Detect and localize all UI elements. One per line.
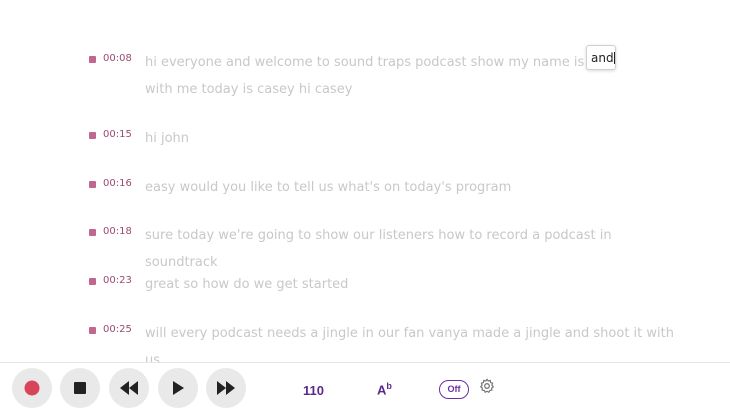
word-edit-value[interactable]: and [591,51,614,65]
entry-timestamp[interactable]: 00:23 [103,273,132,289]
entry-marker [89,327,96,334]
entry-text[interactable]: sure today we're going to show our liste… [145,222,675,276]
word-edit-input[interactable]: and [586,45,616,70]
entry-marker [89,56,96,63]
play-button[interactable] [158,368,198,408]
transcript-entry[interactable]: 00:23 great so how do we get started [89,273,689,293]
tempo-button[interactable]: 110 [303,383,324,398]
font-size-sup: b [386,381,392,391]
entry-text-before-edit[interactable]: hi everyone and welcome to sound traps p… [145,55,616,70]
entry-text[interactable]: hi john [145,125,675,152]
entry-text[interactable]: great so how do we get started [145,271,675,298]
fast-forward-icon [217,381,235,395]
entry-text-after-edit[interactable]: with me today is casey hi casey [145,82,352,97]
stop-button[interactable] [60,368,100,408]
auto-scroll-toggle[interactable]: Off [439,380,469,399]
playback-toolbar: 110 Ab Off [0,362,730,414]
transcript-entry[interactable]: 00:16 easy would you like to tell us wha… [89,176,689,196]
entry-text[interactable]: easy would you like to tell us what's on… [145,174,675,201]
entry-timestamp[interactable]: 00:15 [103,127,132,143]
transcript-entry[interactable]: 00:15 hi john [89,127,689,147]
text-caret [613,52,615,64]
entry-timestamp[interactable]: 00:08 [103,51,132,67]
rewind-icon [120,381,138,395]
toggle-label: Off [447,384,461,394]
rewind-button[interactable] [109,368,149,408]
entry-timestamp[interactable]: 00:18 [103,224,132,240]
entry-timestamp[interactable]: 00:25 [103,322,132,338]
font-size-label: A [377,382,387,398]
play-icon [173,381,184,395]
transcript-entry[interactable]: 00:18 sure today we're going to show our… [89,224,689,270]
font-size-button[interactable]: Ab [377,381,392,397]
record-button[interactable] [12,368,52,408]
entry-marker [89,229,96,236]
entry-timestamp[interactable]: 00:16 [103,176,132,192]
record-icon [24,380,40,396]
entry-marker [89,278,96,285]
fast-forward-button[interactable] [206,368,246,408]
stop-icon [74,382,86,394]
transcript-panel: 00:08 hi everyone and welcome to sound t… [0,0,730,368]
transcript-entry[interactable]: 00:25 will every podcast needs a jingle … [89,322,689,368]
gear-icon[interactable] [479,378,495,394]
entry-marker [89,132,96,139]
entry-marker [89,181,96,188]
